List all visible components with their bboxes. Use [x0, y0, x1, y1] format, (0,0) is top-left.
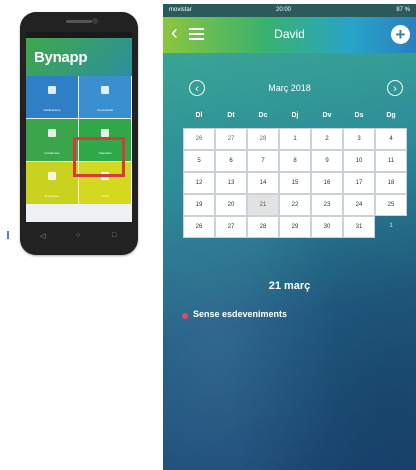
clock: 20:00: [276, 7, 292, 13]
carrier-label: movistar: [169, 7, 192, 13]
phone-tile-notificacions[interactable]: Notificacions: [26, 76, 78, 118]
phone-nav-bar: ◁ ○ □: [26, 224, 132, 248]
day-cell[interactable]: 16: [311, 172, 343, 194]
phone-camera: [92, 18, 98, 24]
phone-screen: Bynapp Notificacions Comunicats Incidèncie…: [26, 32, 132, 222]
day-cell[interactable]: 2: [311, 128, 343, 150]
phone-tile-comunicats[interactable]: Comunicats: [79, 76, 131, 118]
back-icon: ◁: [40, 233, 46, 240]
weekday-row: Dl Dt Dc Dj Dv Ds Dg: [183, 112, 407, 124]
day-cell[interactable]: 18: [375, 172, 407, 194]
plus-icon[interactable]: +: [391, 25, 410, 44]
day-cell[interactable]: 27: [215, 128, 247, 150]
day-cell[interactable]: 3: [343, 128, 375, 150]
phone-tile-incidències[interactable]: Incidències: [26, 119, 78, 161]
side-marker: [7, 231, 9, 239]
day-cell[interactable]: 24: [343, 194, 375, 216]
day-cell[interactable]: 20: [215, 194, 247, 216]
phone-mockup: Bynapp Notificacions Comunicats Incidèncie…: [20, 12, 138, 255]
day-cell[interactable]: 27: [215, 216, 247, 238]
day-cell[interactable]: 25: [375, 194, 407, 216]
weekday-label: Dc: [258, 112, 268, 119]
day-cell[interactable]: 19: [183, 194, 215, 216]
day-cell[interactable]: 26: [183, 216, 215, 238]
day-cell[interactable]: 11: [375, 150, 407, 172]
weekday-label: Dl: [195, 112, 203, 119]
list-icon: [48, 172, 56, 180]
day-cell[interactable]: 7: [247, 150, 279, 172]
day-cell[interactable]: 13: [215, 172, 247, 194]
message-icon: [101, 86, 109, 94]
bell-icon: [48, 86, 56, 94]
day-cell[interactable]: 1: [279, 128, 311, 150]
status-bar: movistar 20:00 87 %: [163, 4, 416, 17]
bynapp-logo: Bynapp: [34, 49, 88, 66]
day-cell[interactable]: 1: [375, 216, 407, 238]
arrow-right-circle-icon[interactable]: ›: [387, 80, 403, 96]
day-cell[interactable]: 4: [375, 128, 407, 150]
day-cell[interactable]: 14: [247, 172, 279, 194]
document-icon: [48, 129, 56, 137]
weekday-label: Ds: [354, 112, 364, 119]
nav-title: David: [274, 27, 305, 41]
month-label: Març 2018: [268, 83, 311, 93]
phone-speaker: [66, 20, 92, 23]
day-cell[interactable]: 8: [279, 150, 311, 172]
phone-tile-label: Notificacions: [43, 108, 61, 112]
weekday-label: Dg: [386, 112, 396, 119]
day-cell[interactable]: 5: [183, 150, 215, 172]
day-cell-selected[interactable]: 21: [247, 194, 279, 216]
calendar-tile-highlight: [73, 137, 125, 177]
phone-tile-label: Perfil: [101, 194, 109, 198]
weekday-label: Dv: [322, 112, 332, 119]
calendar-header: ‹ Març 2018 ›: [163, 76, 416, 100]
recent-icon: □: [112, 232, 117, 239]
day-cell[interactable]: 28: [247, 128, 279, 150]
day-cell[interactable]: 22: [279, 194, 311, 216]
day-cell[interactable]: 30: [311, 216, 343, 238]
day-cell[interactable]: 10: [343, 150, 375, 172]
phone-tile-label: Incidències: [44, 151, 60, 155]
day-cell[interactable]: 17: [343, 172, 375, 194]
phone-tile-enquestes[interactable]: Enquestes: [26, 162, 78, 204]
home-icon: ○: [76, 232, 81, 239]
day-cell[interactable]: 9: [311, 150, 343, 172]
phone-header: Bynapp: [26, 38, 132, 76]
day-cell[interactable]: 15: [279, 172, 311, 194]
weekday-label: Dj: [291, 112, 299, 119]
day-cell[interactable]: 31: [343, 216, 375, 238]
phone-tile-label: Comunicats: [97, 108, 113, 112]
calendar-icon: [101, 129, 109, 137]
calendar-grid: 26 27 28 1 2 3 4 5 6 7 8 9 10 11 12 13 14 15 16 17 18 19 20 21 2…: [183, 128, 407, 262]
day-cell[interactable]: 28: [247, 216, 279, 238]
day-cell[interactable]: 23: [311, 194, 343, 216]
nav-bar: ‹ David +: [163, 17, 416, 53]
day-cell[interactable]: 29: [279, 216, 311, 238]
weekday-label: Dt: [227, 112, 235, 119]
app-screen: movistar 20:00 87 % ‹ David + ‹ Març 201…: [163, 4, 416, 470]
day-cell[interactable]: 12: [183, 172, 215, 194]
selected-date: 21 març: [268, 280, 311, 292]
battery-label: 87 %: [396, 7, 410, 13]
event-dot: [182, 313, 188, 319]
no-events-text: Sense esdeveniments: [193, 309, 288, 319]
phone-tile-label: Enquestes: [44, 194, 60, 198]
day-cell[interactable]: 6: [215, 150, 247, 172]
day-cell[interactable]: 26: [183, 128, 215, 150]
